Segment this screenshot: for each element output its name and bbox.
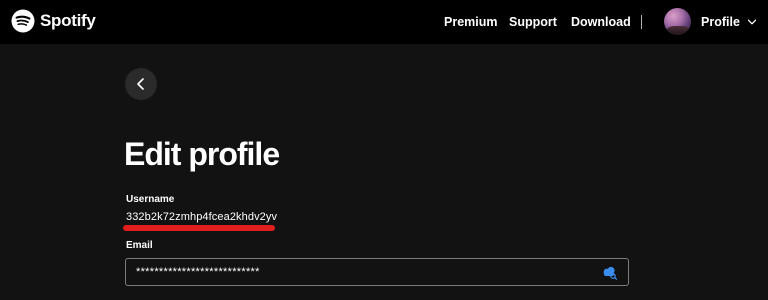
chevron-down-icon (747, 19, 757, 24)
username-label: Username (126, 194, 175, 205)
spotify-logo-icon (11, 9, 35, 33)
username-value: 332b2k72zmhp4fcea2khdv2yv (126, 211, 278, 223)
profile-label: Profile (701, 14, 740, 29)
password-manager-icon[interactable] (602, 266, 618, 280)
top-navigation-bar: Spotify Premium Support Download Profile (0, 0, 768, 44)
nav-divider (641, 15, 642, 29)
email-field[interactable]: *************************** (125, 258, 629, 286)
page-title: Edit profile (124, 136, 280, 172)
nav-premium-link[interactable]: Premium (444, 15, 498, 29)
nav-download-link[interactable]: Download (571, 15, 631, 29)
profile-menu-button[interactable]: Profile (664, 8, 757, 35)
avatar (664, 8, 691, 35)
back-button[interactable] (125, 68, 157, 100)
spotify-logo[interactable]: Spotify (11, 9, 96, 33)
chevron-left-icon (137, 78, 144, 90)
highlight-underline (123, 225, 275, 231)
email-value: *************************** (136, 266, 260, 278)
brand-wordmark: Spotify (40, 11, 96, 30)
nav-support-link[interactable]: Support (509, 15, 557, 29)
email-label: Email (126, 240, 153, 251)
